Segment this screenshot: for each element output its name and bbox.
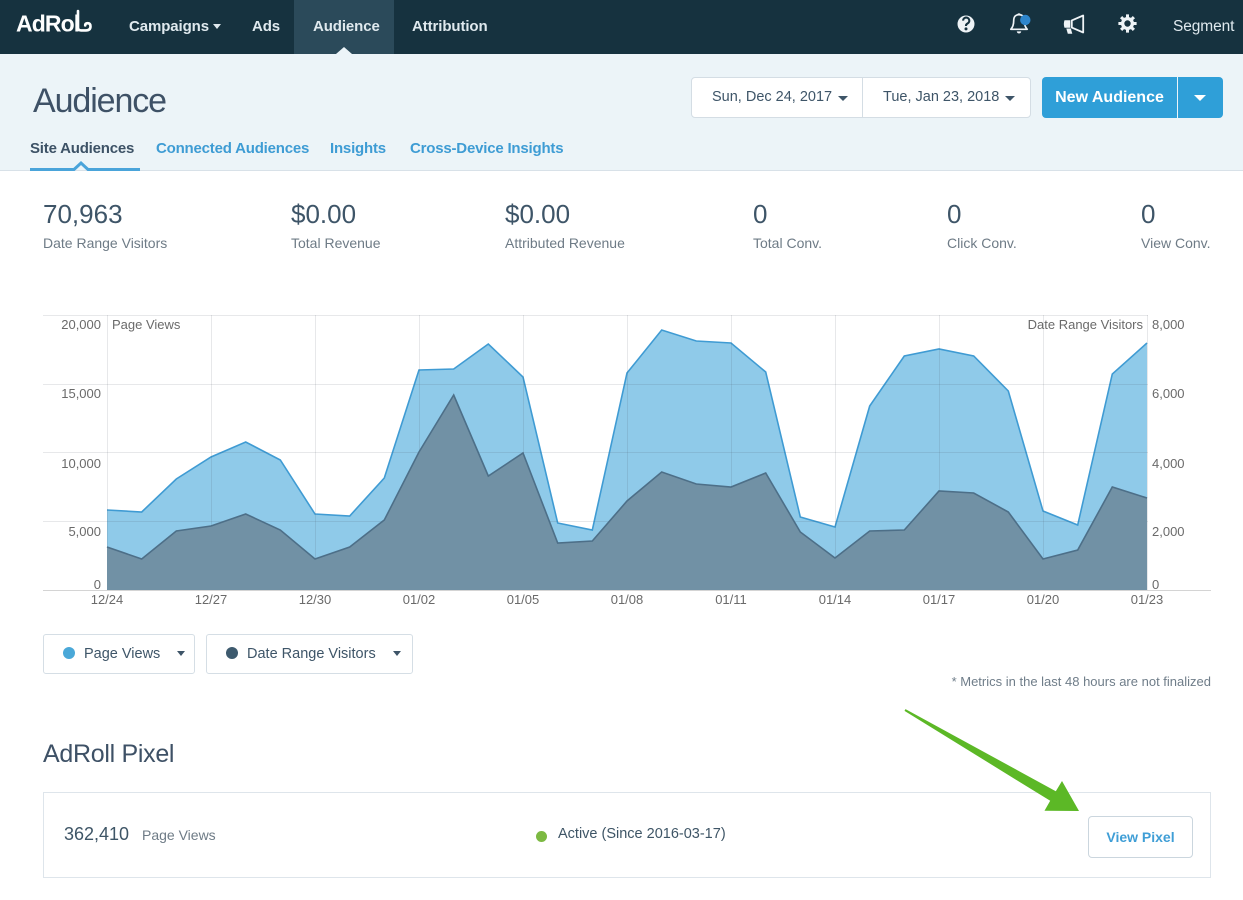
svg-text:Page Views: Page Views <box>112 317 181 332</box>
svg-text:0: 0 <box>94 577 101 592</box>
svg-text:01/17: 01/17 <box>923 592 956 607</box>
svg-text:12/24: 12/24 <box>91 592 124 607</box>
svg-text:12/27: 12/27 <box>195 592 228 607</box>
svg-text:AdRol: AdRol <box>16 11 79 37</box>
svg-text:01/14: 01/14 <box>819 592 852 607</box>
svg-text:Date Range Visitors: Date Range Visitors <box>1028 317 1144 332</box>
svg-text:01/05: 01/05 <box>507 592 540 607</box>
svg-text:01/02: 01/02 <box>403 592 436 607</box>
svg-text:0: 0 <box>1152 577 1159 592</box>
svg-text:12/30: 12/30 <box>299 592 332 607</box>
svg-text:10,000: 10,000 <box>61 456 101 471</box>
svg-text:4,000: 4,000 <box>1152 456 1185 471</box>
svg-text:01/11: 01/11 <box>715 592 747 607</box>
svg-text:01/08: 01/08 <box>611 592 644 607</box>
svg-text:6,000: 6,000 <box>1152 386 1185 401</box>
svg-text:8,000: 8,000 <box>1152 317 1185 332</box>
svg-text:15,000: 15,000 <box>61 386 101 401</box>
svg-text:5,000: 5,000 <box>68 524 101 539</box>
svg-text:01/23: 01/23 <box>1131 592 1164 607</box>
svg-text:01/20: 01/20 <box>1027 592 1060 607</box>
svg-text:2,000: 2,000 <box>1152 524 1185 539</box>
svg-text:20,000: 20,000 <box>61 317 101 332</box>
